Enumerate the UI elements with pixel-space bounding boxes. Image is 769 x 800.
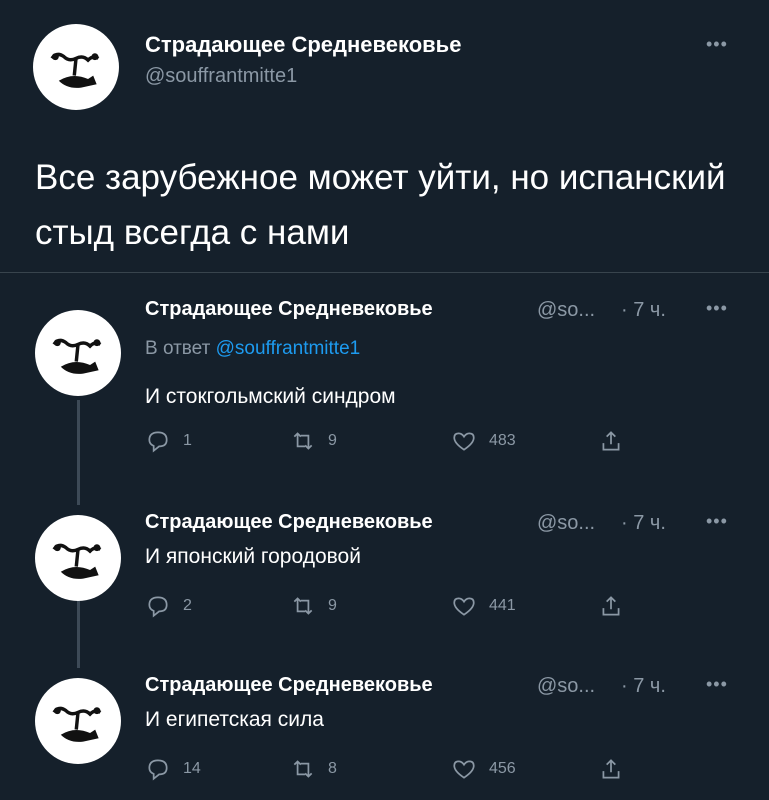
- reply-icon: [148, 596, 168, 618]
- retweet-icon: [293, 760, 313, 778]
- like-action[interactable]: 441: [451, 593, 516, 619]
- more-icon[interactable]: •••: [706, 674, 728, 695]
- share-icon: [602, 596, 620, 616]
- retweet-action[interactable]: 9: [290, 593, 337, 619]
- like-icon: [453, 597, 475, 616]
- main-author-name[interactable]: Страдающее Средневековье: [145, 32, 461, 58]
- main-author-handle[interactable]: @souffrantmitte1: [145, 65, 297, 88]
- reply-time[interactable]: · 7 ч.: [621, 675, 666, 698]
- share-icon: [602, 431, 620, 451]
- reply-text: И стокгольмский синдром: [145, 385, 396, 408]
- divider: [0, 272, 769, 273]
- reply-count: 1: [183, 432, 192, 449]
- reply-action[interactable]: 14: [145, 756, 201, 782]
- more-icon[interactable]: •••: [706, 298, 728, 319]
- like-count: 441: [489, 597, 516, 614]
- reply-icon: [148, 431, 168, 453]
- like-action[interactable]: 483: [451, 428, 516, 454]
- reply-tweet[interactable]: Страдающее Средневековье @so... · 7 ч. •…: [0, 668, 769, 800]
- avatar-logo-icon: [50, 52, 100, 88]
- like-action[interactable]: 456: [451, 756, 516, 782]
- reply-author-name[interactable]: Страдающее Средневековье: [145, 674, 433, 697]
- like-count: 456: [489, 760, 516, 777]
- reply-icon: [148, 759, 168, 781]
- reply-to-mention[interactable]: @souffrantmitte1: [216, 338, 361, 359]
- like-icon: [453, 760, 475, 779]
- share-action[interactable]: [598, 593, 636, 619]
- retweet-icon: [293, 432, 313, 450]
- more-icon[interactable]: •••: [706, 34, 728, 55]
- reply-handle[interactable]: @so...: [537, 299, 595, 322]
- reply-time[interactable]: · 7 ч.: [621, 299, 666, 322]
- avatar-logo-icon: [52, 338, 102, 374]
- reply-author-name[interactable]: Страдающее Средневековье: [145, 511, 433, 534]
- reply-action[interactable]: 2: [145, 593, 192, 619]
- reply-to-line: В ответ @souffrantmitte1: [145, 338, 360, 360]
- reply-time[interactable]: · 7 ч.: [621, 512, 666, 535]
- retweet-count: 8: [328, 760, 337, 777]
- reply-tweet[interactable]: Страдающее Средневековье @so... · 7 ч. •…: [0, 290, 769, 470]
- reply-text: И японский городовой: [145, 545, 361, 568]
- retweet-action[interactable]: 8: [290, 756, 337, 782]
- avatar-logo-icon: [52, 543, 102, 579]
- share-icon: [602, 759, 620, 779]
- main-tweet-text: Все зарубежное может уйти, но испанский …: [35, 158, 726, 252]
- reply-action[interactable]: 1: [145, 428, 192, 454]
- reply-avatar[interactable]: [35, 310, 121, 396]
- retweet-count: 9: [328, 597, 337, 614]
- reply-to-prefix: В ответ: [145, 338, 211, 359]
- reply-count: 14: [183, 760, 201, 777]
- retweet-action[interactable]: 9: [290, 428, 337, 454]
- reply-count: 2: [183, 597, 192, 614]
- reply-text: И египетская сила: [145, 708, 324, 731]
- retweet-count: 9: [328, 432, 337, 449]
- reply-avatar[interactable]: [35, 678, 121, 764]
- like-count: 483: [489, 432, 516, 449]
- main-avatar[interactable]: [33, 24, 119, 110]
- reply-author-name[interactable]: Страдающее Средневековье: [145, 298, 433, 321]
- like-icon: [453, 432, 475, 451]
- retweet-icon: [293, 597, 313, 615]
- reply-handle[interactable]: @so...: [537, 512, 595, 535]
- reply-avatar[interactable]: [35, 515, 121, 601]
- share-action[interactable]: [598, 428, 636, 454]
- share-action[interactable]: [598, 756, 636, 782]
- more-icon[interactable]: •••: [706, 511, 728, 532]
- avatar-logo-icon: [52, 706, 102, 742]
- reply-handle[interactable]: @so...: [537, 675, 595, 698]
- reply-tweet[interactable]: Страдающее Средневековье @so... · 7 ч. •…: [0, 505, 769, 635]
